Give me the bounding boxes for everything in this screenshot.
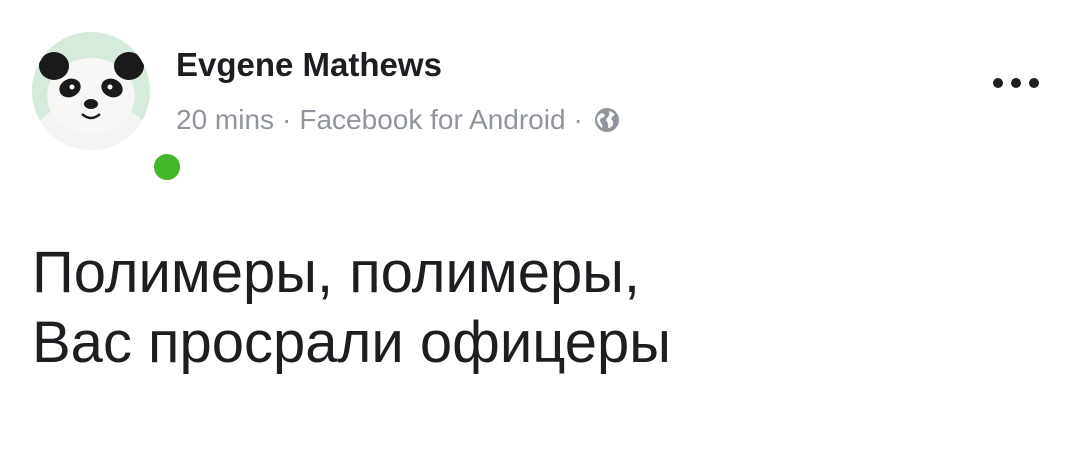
post-text-line: Вас просрали офицеры	[32, 310, 671, 375]
meta-separator: ·	[573, 104, 583, 135]
online-status-indicator	[150, 150, 184, 184]
more-dot	[993, 78, 1003, 88]
avatar-container[interactable]	[32, 32, 184, 184]
meta-separator: ·	[282, 104, 292, 135]
post-body: Полимеры, полимеры, Вас просрали офицеры	[32, 238, 671, 378]
facebook-post: Evgene Mathews 20 mins · Facebook for An…	[0, 0, 1080, 460]
more-options-icon[interactable]	[986, 66, 1046, 100]
more-dot	[1011, 78, 1021, 88]
post-source: Facebook for Android	[299, 104, 566, 135]
more-dot	[1029, 78, 1039, 88]
post-text-line: Полимеры, полимеры,	[32, 240, 641, 305]
post-meta: 20 mins · Facebook for Android ·	[176, 104, 621, 136]
avatar[interactable]	[32, 32, 150, 150]
author-name[interactable]: Evgene Mathews	[176, 46, 442, 84]
globe-icon[interactable]	[593, 106, 621, 134]
post-time[interactable]: 20 mins	[176, 104, 274, 136]
panda-avatar-image	[32, 32, 150, 150]
